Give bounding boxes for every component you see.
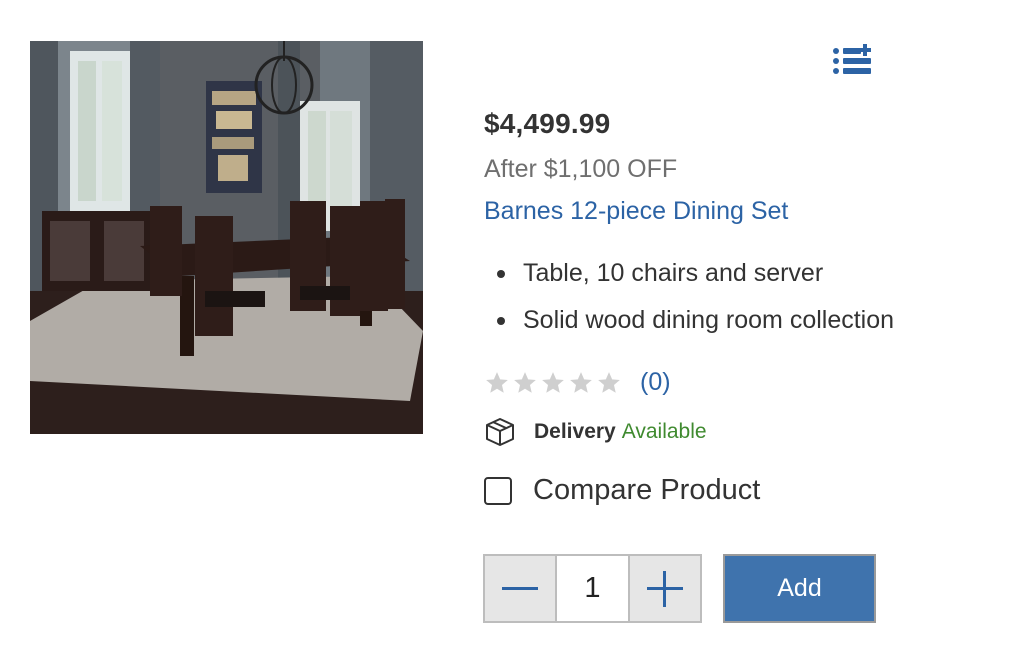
feature-item: Solid wood dining room collection <box>484 303 894 350</box>
feature-list: Table, 10 chairs and server Solid wood d… <box>484 256 894 350</box>
delivery-info: Delivery Available <box>484 416 707 448</box>
add-to-list-button[interactable] <box>830 42 878 78</box>
product-title-link[interactable]: Barnes 12-piece Dining Set <box>484 197 788 226</box>
feature-item: Table, 10 chairs and server <box>484 256 894 303</box>
compare-label: Compare Product <box>533 474 761 506</box>
bullet-icon <box>497 270 505 278</box>
delivery-status: Available <box>621 420 707 443</box>
decrement-button[interactable] <box>485 556 555 621</box>
add-to-cart-button[interactable]: Add <box>723 554 876 623</box>
increment-button[interactable] <box>630 556 700 621</box>
product-image[interactable] <box>30 41 423 434</box>
feature-text: Table, 10 chairs and server <box>523 259 824 287</box>
star-icon <box>486 371 508 393</box>
delivery-label: Delivery <box>534 420 616 443</box>
star-icon <box>514 371 536 393</box>
minus-icon <box>502 586 538 590</box>
compare-product-toggle[interactable]: Compare Product <box>484 474 760 507</box>
star-icon <box>542 371 564 393</box>
bullet-icon <box>497 317 505 325</box>
dining-room-photo <box>30 41 423 434</box>
compare-checkbox[interactable] <box>484 476 512 505</box>
rating: (0) <box>484 368 671 397</box>
quantity-input[interactable]: 1 <box>555 556 630 621</box>
feature-text: Solid wood dining room collection <box>523 306 895 334</box>
product-price: $4,499.99 <box>484 108 611 139</box>
discount-text: After $1,100 OFF <box>484 155 678 183</box>
star-rating <box>484 370 622 396</box>
quantity-stepper: 1 <box>483 554 702 623</box>
star-icon <box>598 371 620 393</box>
review-count-link[interactable]: (0) <box>640 368 671 397</box>
plus-icon <box>647 570 683 607</box>
package-icon <box>486 418 514 446</box>
star-icon <box>570 371 592 393</box>
add-to-list-icon <box>833 44 871 74</box>
